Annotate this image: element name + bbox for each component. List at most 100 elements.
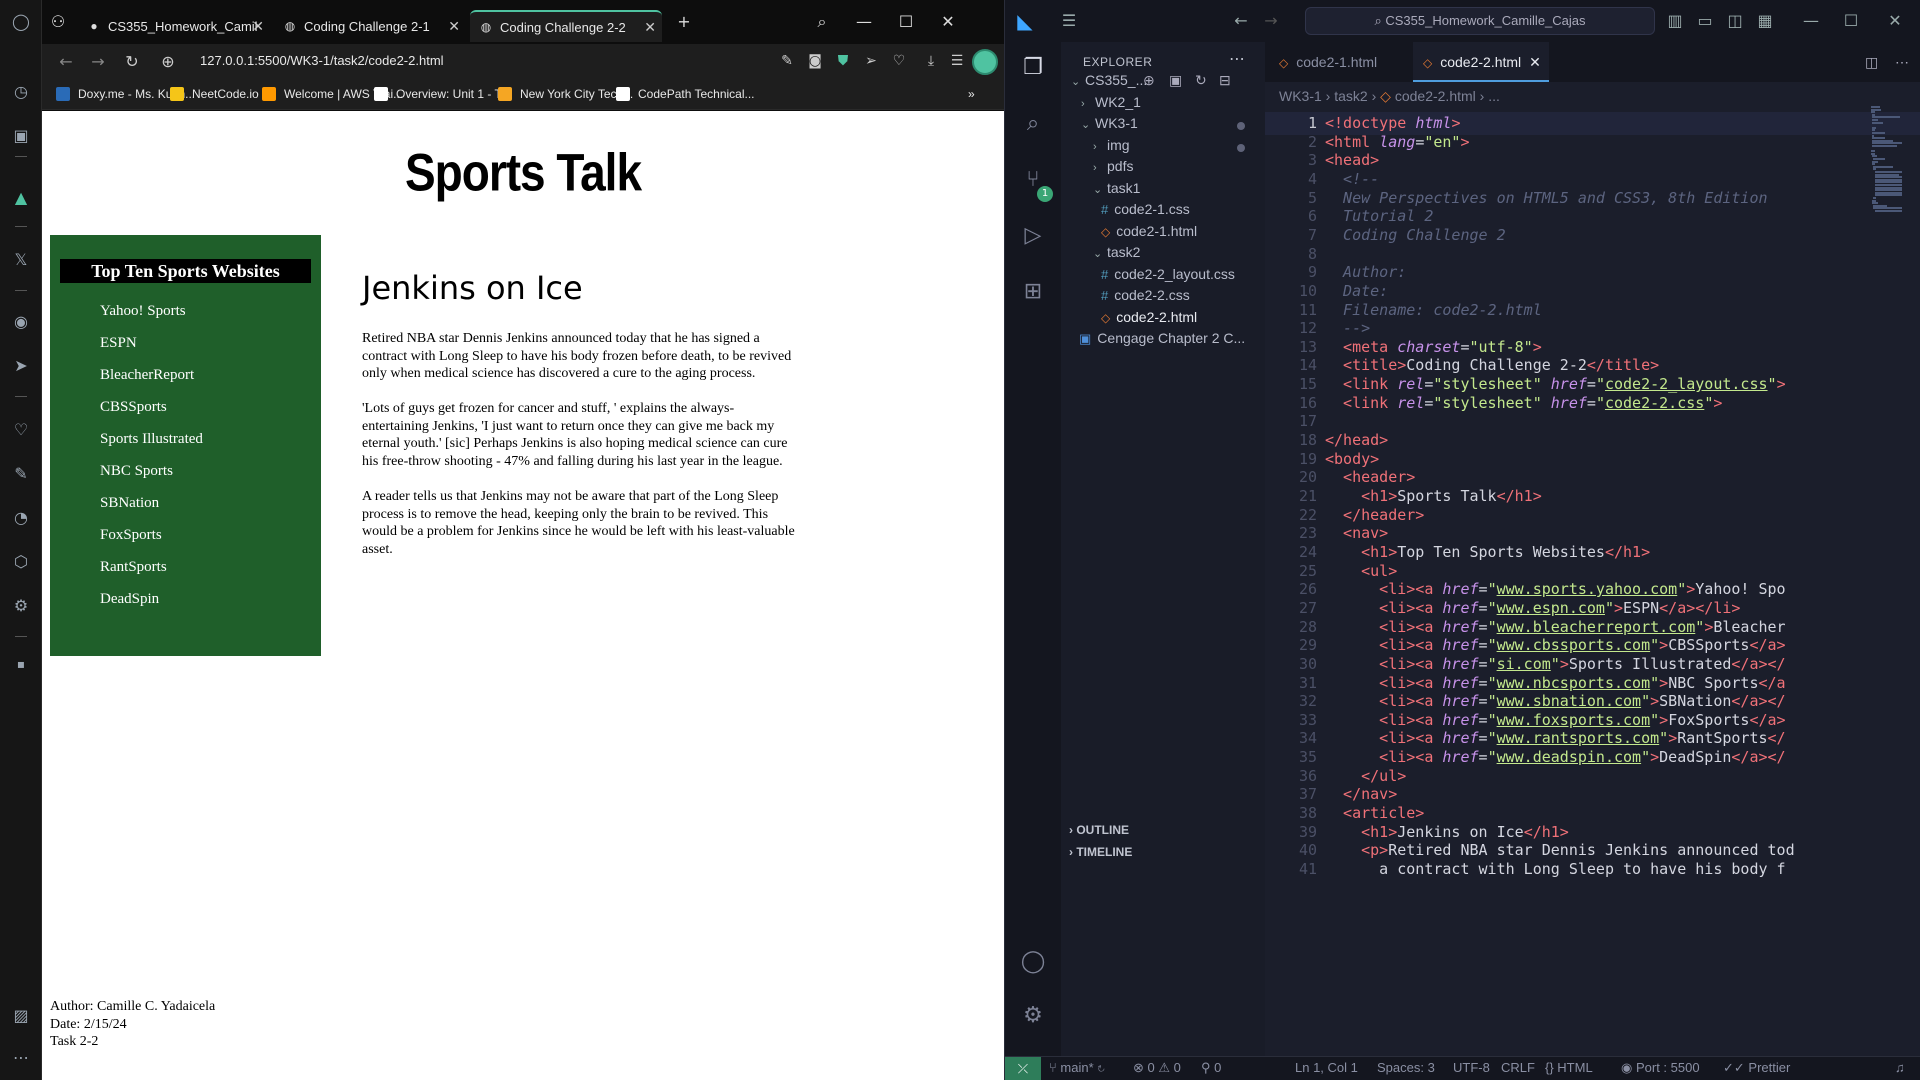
nav-link-bleacherreport[interactable]: BleacherReport xyxy=(100,367,194,384)
run-debug-icon[interactable]: ▷ xyxy=(1017,220,1049,252)
nav-link-espn[interactable]: ESPN xyxy=(100,335,137,352)
tree-file-code2-1-css[interactable]: # code2-1.css xyxy=(1101,201,1190,217)
x-twitter-icon[interactable]: 𝕏 xyxy=(9,248,33,272)
send-icon[interactable]: ➢ xyxy=(862,53,880,69)
minimize-icon[interactable]: — xyxy=(1801,11,1821,30)
history-icon[interactable]: ◔ xyxy=(9,506,33,530)
notes-icon[interactable]: ✎ xyxy=(9,462,33,486)
workspace-icon[interactable]: ▣ xyxy=(9,124,33,148)
tree-folder-task2[interactable]: ⌄ task2 xyxy=(1093,244,1140,260)
easy-setup-icon[interactable]: ☰ xyxy=(948,53,966,69)
editor-tab-code2-1-html[interactable]: ◇ code2-1.html xyxy=(1279,42,1409,82)
tree-folder-wk3-1[interactable]: ⌄ WK3-1 xyxy=(1081,115,1138,131)
code-line[interactable]: 41 a contract with Long Sleep to have hi… xyxy=(1265,858,1920,881)
more-icon[interactable]: ⋯ xyxy=(9,1046,33,1070)
maximize-icon[interactable]: ☐ xyxy=(894,12,918,31)
back-icon[interactable]: ← xyxy=(1231,11,1251,30)
tree-file-code2-2-layout-css[interactable]: # code2-2_layout.css xyxy=(1101,266,1235,282)
gallery-icon[interactable]: ▨ xyxy=(9,1004,33,1028)
tree-file-code2-2-html[interactable]: ◇ code2-2.html xyxy=(1101,309,1197,325)
nav-link-nbc-sports[interactable]: NBC Sports xyxy=(100,463,173,480)
close-icon[interactable]: ✕ xyxy=(1529,54,1541,70)
ports-status[interactable]: ⚲ 0 xyxy=(1201,1060,1221,1076)
maximize-icon[interactable]: ☐ xyxy=(1841,11,1861,30)
live-server-status[interactable]: ◉ Port : 5500 xyxy=(1621,1060,1700,1076)
tab-coding-challenge-2-2[interactable]: ◍ Coding Challenge 2-2 ✕ xyxy=(470,10,662,42)
bookmark-item[interactable]: CodePath Technical... xyxy=(616,87,755,101)
code-editor[interactable]: 1 <!doctype html> 2 <html lang="en"> 3 <head>… xyxy=(1265,106,1920,1056)
breadcrumb-item[interactable]: ... xyxy=(1488,88,1500,104)
language-mode[interactable]: {} HTML xyxy=(1545,1060,1593,1075)
speed-dial-icon[interactable]: ◷ xyxy=(9,80,33,104)
split-editor-icon[interactable]: ◫ xyxy=(1865,42,1878,82)
nav-link-rantsports[interactable]: RantSports xyxy=(100,559,167,576)
tree-folder-task1[interactable]: ⌄ task1 xyxy=(1093,180,1140,196)
player-icon[interactable]: ◉ xyxy=(9,310,33,334)
tree-file-cengage[interactable]: ▣ Cengage Chapter 2 C... xyxy=(1079,330,1245,347)
settings-icon[interactable]: ⚙ xyxy=(9,594,33,618)
new-file-icon[interactable]: ⊕ xyxy=(1143,72,1155,89)
remote-indicator-icon[interactable]: ⤫ xyxy=(1005,1057,1041,1080)
opera-logo-icon[interactable]: ◯ xyxy=(9,10,33,34)
close-icon[interactable]: ✕ xyxy=(448,18,460,35)
edit-icon[interactable]: ✎ xyxy=(778,53,796,69)
pinboard-icon[interactable]: ▪ xyxy=(9,652,33,676)
refresh-icon[interactable]: ↻ xyxy=(1195,72,1207,89)
camera-icon[interactable]: ◙ xyxy=(806,53,824,69)
close-icon[interactable]: ✕ xyxy=(252,18,264,35)
close-window-icon[interactable]: ✕ xyxy=(1885,11,1905,30)
nav-link-cbssports[interactable]: CBSSports xyxy=(100,399,167,416)
minimize-icon[interactable]: — xyxy=(852,12,876,31)
back-icon[interactable]: ← xyxy=(56,52,76,72)
cursor-position[interactable]: Ln 1, Col 1 xyxy=(1295,1060,1358,1075)
explorer-icon[interactable]: ❐ xyxy=(1017,52,1049,84)
nav-link-foxsports[interactable]: FoxSports xyxy=(100,527,162,544)
toggle-panel-icon[interactable]: ▭ xyxy=(1695,11,1715,30)
forward-icon[interactable]: → xyxy=(1261,11,1281,30)
eol-status[interactable]: CRLF xyxy=(1501,1060,1535,1075)
breadcrumb-item[interactable]: code2-2.html xyxy=(1395,88,1476,104)
new-tab-icon[interactable]: + xyxy=(672,12,696,31)
extensions-icon[interactable]: ⊞ xyxy=(1017,276,1049,308)
nav-link-sports-illustrated[interactable]: Sports Illustrated xyxy=(100,431,203,448)
branch-status[interactable]: ⑂ main* ↻ xyxy=(1049,1060,1105,1075)
more-actions-icon[interactable]: ⋯ xyxy=(1895,42,1909,82)
menu-icon[interactable]: ☰ xyxy=(1059,11,1079,30)
outline-section[interactable]: › OUTLINE xyxy=(1069,823,1129,837)
tree-folder-pdfs[interactable]: › pdfs xyxy=(1093,158,1133,174)
toggle-secondary-sidebar-icon[interactable]: ◫ xyxy=(1725,11,1745,30)
tab-coding-challenge-2-1[interactable]: ◍ Coding Challenge 2-1 ✕ xyxy=(274,10,466,42)
bookmark-item[interactable]: Overview: Unit 1 - T... xyxy=(374,87,510,101)
bookmark-item[interactable]: NeetCode.io xyxy=(170,87,259,101)
notifications-icon[interactable]: ♫ xyxy=(1895,1060,1905,1075)
manage-gear-icon[interactable]: ⚙ xyxy=(1017,1000,1049,1032)
tree-file-code2-2-css[interactable]: # code2-2.css xyxy=(1101,287,1190,303)
reload-icon[interactable]: ↻ xyxy=(122,52,142,72)
close-window-icon[interactable]: ✕ xyxy=(936,12,960,31)
prettier-status[interactable]: ✓✓ Prettier xyxy=(1723,1060,1790,1076)
forward-icon[interactable]: → xyxy=(88,52,108,72)
close-icon[interactable]: ✕ xyxy=(644,19,656,36)
toggle-sidebar-icon[interactable]: ▥ xyxy=(1665,11,1685,30)
customize-layout-icon[interactable]: ▦ xyxy=(1755,11,1775,30)
indentation-status[interactable]: Spaces: 3 xyxy=(1377,1060,1435,1075)
tab-islands-icon[interactable]: ⚇ xyxy=(46,12,70,31)
breadcrumb-item[interactable]: task2 xyxy=(1334,88,1367,104)
search-tabs-icon[interactable]: ⌕ xyxy=(810,12,834,32)
timeline-section[interactable]: › TIMELINE xyxy=(1069,845,1132,859)
more-actions-icon[interactable]: ⋯ xyxy=(1229,49,1245,68)
collapse-all-icon[interactable]: ⊟ xyxy=(1219,72,1231,89)
url-field[interactable]: 127.0.0.1:5500/WK3-1/task2/code2-2.html xyxy=(200,53,444,68)
bookmark-item[interactable]: New York City Tech... xyxy=(498,87,633,101)
heart-icon[interactable]: ♡ xyxy=(9,418,33,442)
breadcrumb-item[interactable]: WK3-1 xyxy=(1279,88,1322,104)
send-icon[interactable]: ➤ xyxy=(9,354,33,378)
tree-folder-wk2-1[interactable]: › WK2_1 xyxy=(1081,94,1141,110)
nav-link-deadspin[interactable]: DeadSpin xyxy=(100,591,159,608)
tree-file-code2-1-html[interactable]: ◇ code2-1.html xyxy=(1101,223,1197,239)
shield-icon[interactable]: ⛊ xyxy=(834,53,852,69)
download-icon[interactable]: ⤓ xyxy=(922,53,940,69)
nav-link-sbnation[interactable]: SBNation xyxy=(100,495,159,512)
encoding-status[interactable]: UTF-8 xyxy=(1453,1060,1490,1075)
editor-tab-code2-2-html[interactable]: ◇ code2-2.html ✕ xyxy=(1413,42,1549,82)
